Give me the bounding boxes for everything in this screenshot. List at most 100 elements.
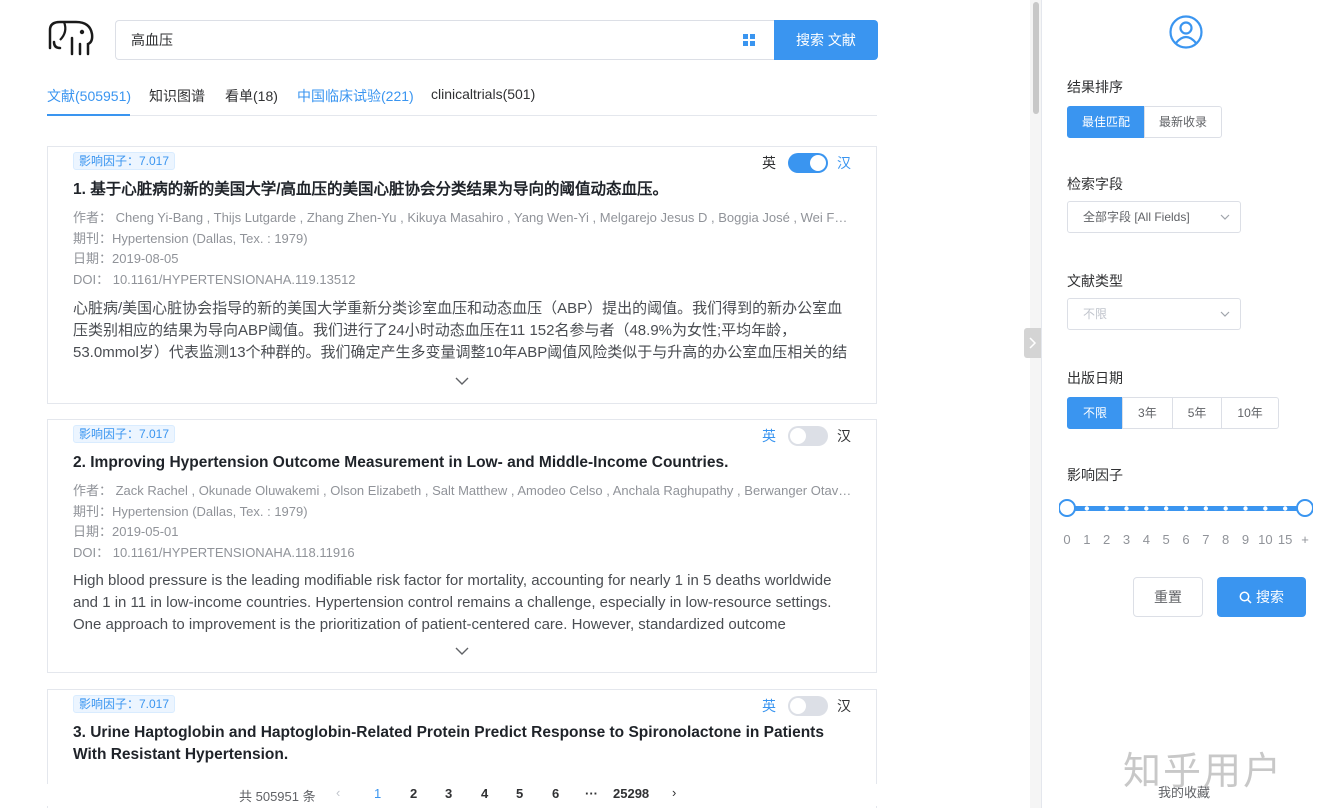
user-avatar-icon[interactable] <box>1169 15 1203 49</box>
lang-zh-label: 汉 <box>837 428 851 444</box>
field-select[interactable]: 全部字段 [All Fields] <box>1067 201 1241 233</box>
grid-icon[interactable] <box>743 34 755 46</box>
sort-best-match[interactable]: 最佳匹配 <box>1067 106 1146 138</box>
prev-page-icon[interactable]: ‹ <box>336 785 340 800</box>
impact-tick-label: 2 <box>1103 532 1111 547</box>
page-ellipsis[interactable]: ··· <box>585 786 598 801</box>
page-last[interactable]: 25298 <box>613 786 649 801</box>
elephant-logo-icon[interactable] <box>46 18 96 58</box>
result-tabs: 文献(505951) 知识图谱 看单(18) 中国临床试验(221) clini… <box>47 82 877 116</box>
result-date: 日期：2019-08-05 <box>73 251 179 266</box>
lang-zh-label: 汉 <box>837 698 851 714</box>
toggle-knob <box>790 698 806 714</box>
expand-chevron-icon[interactable] <box>455 376 469 386</box>
translate-toggle[interactable] <box>788 153 828 173</box>
next-page-icon[interactable]: › <box>672 785 676 800</box>
field-title: 检索字段 <box>1067 176 1123 192</box>
search-input[interactable] <box>131 21 721 59</box>
pubdate-3y[interactable]: 3年 <box>1122 397 1173 429</box>
slider-stop <box>1084 506 1090 511</box>
impact-tick-label: 5 <box>1162 532 1170 547</box>
main-scrollbar[interactable] <box>1030 0 1041 808</box>
sort-options: 最佳匹配 最新收录 <box>1067 106 1223 138</box>
slider-stop <box>1282 506 1288 511</box>
slider-stop <box>1223 506 1228 511</box>
doctype-select[interactable]: 不限 <box>1067 298 1241 330</box>
impact-factor-badge: 影响因子：7.017 <box>73 152 176 170</box>
filter-panel: 结果排序 最佳匹配 最新收录 检索字段 全部字段 [All Fields] 文献… <box>1041 0 1321 808</box>
page-6[interactable]: 6 <box>552 786 559 801</box>
pubdate-5y[interactable]: 5年 <box>1171 397 1223 429</box>
result-abstract: 心脏病/美国心脏协会指导的新的美国大学重新分类诊室血压和动态血压（ABP）提出的… <box>73 300 848 361</box>
lang-en-label: 英 <box>762 155 776 171</box>
tab-knowledge-graph[interactable]: 知识图谱 <box>149 86 205 106</box>
result-title[interactable]: 1. 基于心脏病的新的美国大学/高血压的美国心脏协会分类结果为导向的阈值动态血压… <box>73 179 858 201</box>
tab-china-clinical-trials[interactable]: 中国临床试验(221) <box>297 86 414 106</box>
result-doi[interactable]: DOI： 10.1161/HYPERTENSIONAHA.119.13512 <box>73 271 853 289</box>
search-button[interactable]: 搜索 文献 <box>774 20 878 60</box>
page-1[interactable]: 1 <box>374 786 381 801</box>
impact-title: 影响因子 <box>1067 467 1123 483</box>
impact-tick-label: 15 <box>1277 532 1293 547</box>
result-date: 日期：2019-05-01 <box>73 524 179 539</box>
impact-range-slider[interactable] <box>1059 496 1313 520</box>
pagination: 共 505951 条 ‹ 1 2 3 4 5 6 ··· 25298 › <box>0 784 900 806</box>
result-title[interactable]: 3. Urine Haptoglobin and Haptoglobin-Rel… <box>73 722 858 766</box>
pubdate-any[interactable]: 不限 <box>1067 397 1124 429</box>
impact-tick-label: 10 <box>1258 532 1273 547</box>
slider-stop <box>1203 506 1209 511</box>
slider-handle-min <box>1059 499 1076 517</box>
impact-tick-label: 6 <box>1182 532 1190 547</box>
slider-stop <box>1104 506 1109 511</box>
toggle-knob <box>790 428 806 444</box>
doctype-title: 文献类型 <box>1067 273 1123 289</box>
impact-tick-label: 8 <box>1222 532 1230 547</box>
translate-toggle[interactable] <box>788 426 828 446</box>
page-5[interactable]: 5 <box>516 786 523 801</box>
tab-watchlist[interactable]: 看单(18) <box>225 86 278 106</box>
sort-title: 结果排序 <box>1067 79 1123 95</box>
lang-en-label: 英 <box>762 428 776 444</box>
filter-search-label: 搜索 <box>1256 589 1284 605</box>
field-select-value: 全部字段 [All Fields] <box>1083 210 1190 224</box>
slider-stop <box>1263 506 1268 511</box>
filter-search-button[interactable]: 搜索 <box>1217 577 1306 617</box>
impact-tick-label: 4 <box>1142 532 1150 547</box>
sort-newest[interactable]: 最新收录 <box>1144 106 1223 138</box>
tab-clinicaltrials[interactable]: clinicaltrials(501) <box>431 86 535 102</box>
slider-stop <box>1144 506 1149 511</box>
chevron-right-icon <box>1029 337 1037 349</box>
impact-factor-badge: 影响因子：7.017 <box>73 425 176 443</box>
page-2[interactable]: 2 <box>410 786 417 801</box>
impact-tick-label: 0 <box>1063 532 1071 547</box>
result-authors: 作者： Zack Rachel , Okunade Oluwakemi , Ol… <box>73 483 853 498</box>
result-card: 影响因子：7.017 英 汉 1. 基于心脏病的新的美国大学/高血压的美国心脏协… <box>47 146 877 404</box>
active-tab-indicator <box>47 114 130 116</box>
chevron-down-icon <box>1220 214 1230 220</box>
impact-factor-badge: 影响因子：7.017 <box>73 695 176 713</box>
reset-button[interactable]: 重置 <box>1133 577 1203 617</box>
impact-ticks: 0 1 2 3 4 5 6 7 8 9 10 15 + <box>1061 532 1311 548</box>
translate-toggle[interactable] <box>788 696 828 716</box>
lang-en-label: 英 <box>762 698 776 714</box>
page-4[interactable]: 4 <box>481 786 488 801</box>
scrollbar-thumb[interactable] <box>1033 2 1039 114</box>
result-title[interactable]: 2. Improving Hypertension Outcome Measur… <box>73 452 858 474</box>
tab-literature[interactable]: 文献(505951) <box>47 86 131 106</box>
slider-stop <box>1183 506 1189 511</box>
slider-stop <box>1243 506 1248 511</box>
slider-handle-max <box>1296 499 1313 517</box>
search-icon <box>1239 591 1252 604</box>
toggle-knob <box>810 155 826 171</box>
panel-collapse-button[interactable] <box>1024 328 1041 358</box>
result-doi[interactable]: DOI： 10.1161/HYPERTENSIONAHA.118.11916 <box>73 544 853 562</box>
pubdate-10y[interactable]: 10年 <box>1221 397 1279 429</box>
pubdate-title: 出版日期 <box>1067 370 1123 386</box>
page-3[interactable]: 3 <box>445 786 452 801</box>
impact-tick-label: + <box>1301 532 1309 547</box>
result-authors: 作者： Cheng Yi-Bang , Thijs Lutgarde , Zha… <box>73 210 853 225</box>
main-area: 搜索 文献 文献(505951) 知识图谱 看单(18) 中国临床试验(221)… <box>0 0 1030 808</box>
expand-chevron-icon[interactable] <box>455 646 469 656</box>
impact-tick-label: 7 <box>1202 532 1210 547</box>
impact-tick-label: 1 <box>1083 532 1091 547</box>
